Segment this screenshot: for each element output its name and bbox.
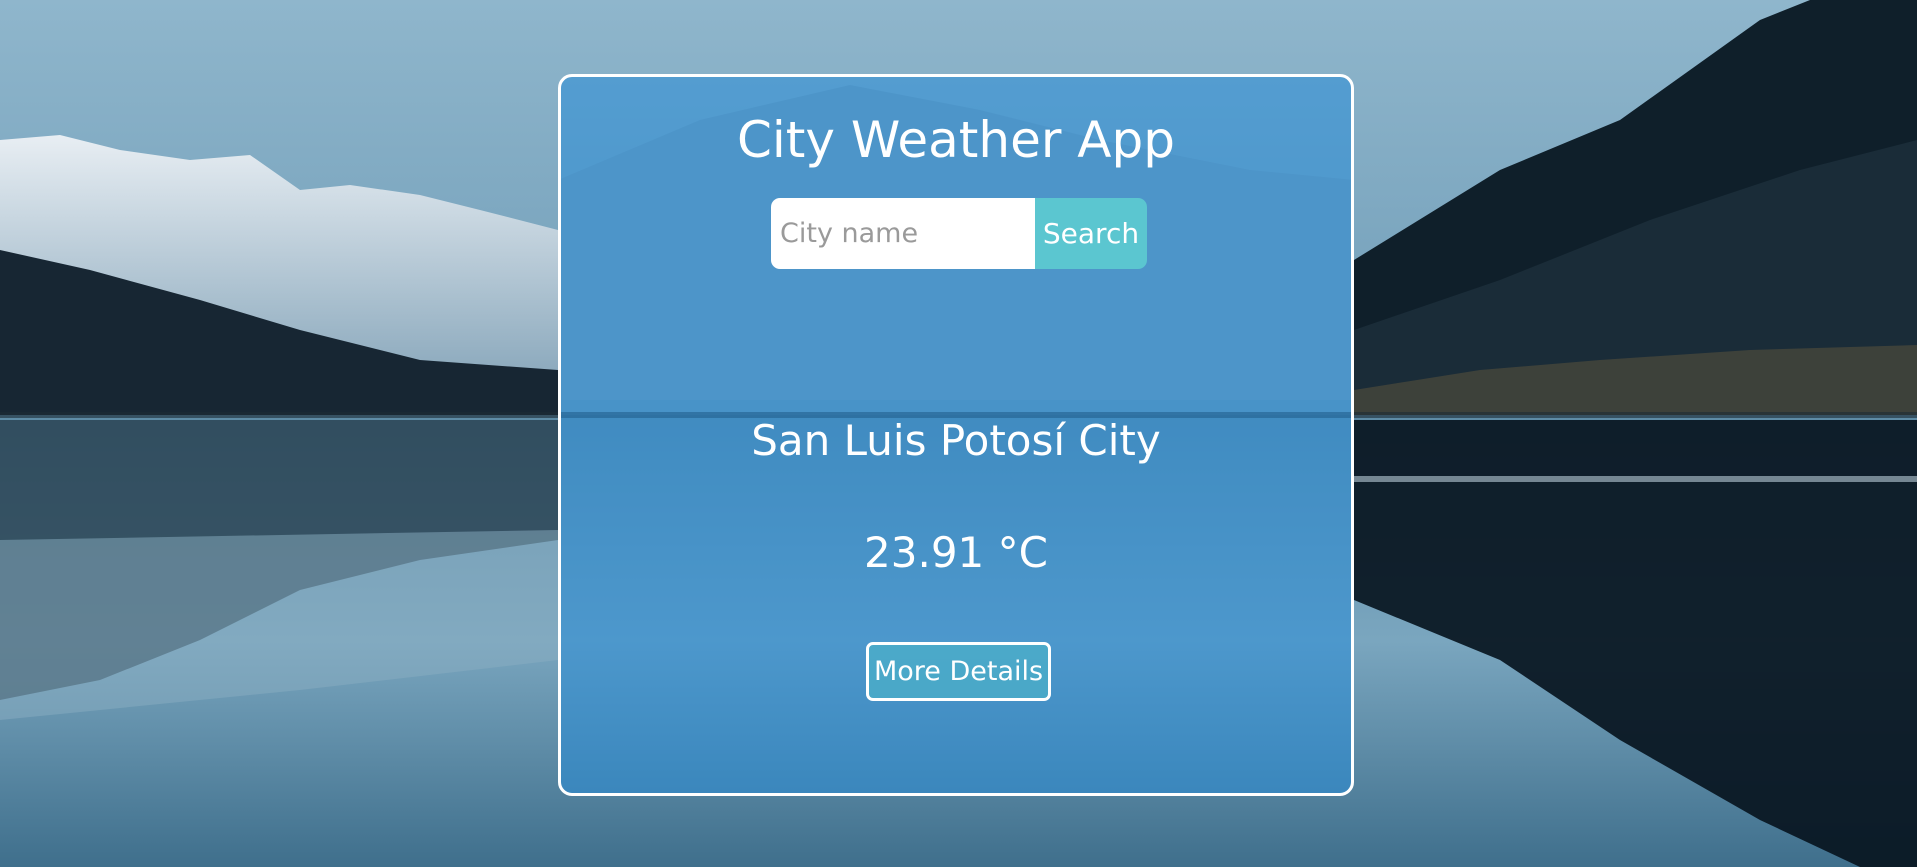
app-title: City Weather App [737, 111, 1175, 169]
temperature-value: 23.91 °C [864, 528, 1048, 577]
weather-card: City Weather App Search San Luis Potosí … [558, 74, 1354, 796]
city-name-input[interactable] [771, 198, 1035, 269]
search-button[interactable]: Search [1035, 198, 1147, 269]
more-details-button[interactable]: More Details [866, 642, 1051, 701]
city-name: San Luis Potosí City [751, 416, 1161, 465]
search-bar: Search [771, 198, 1147, 269]
